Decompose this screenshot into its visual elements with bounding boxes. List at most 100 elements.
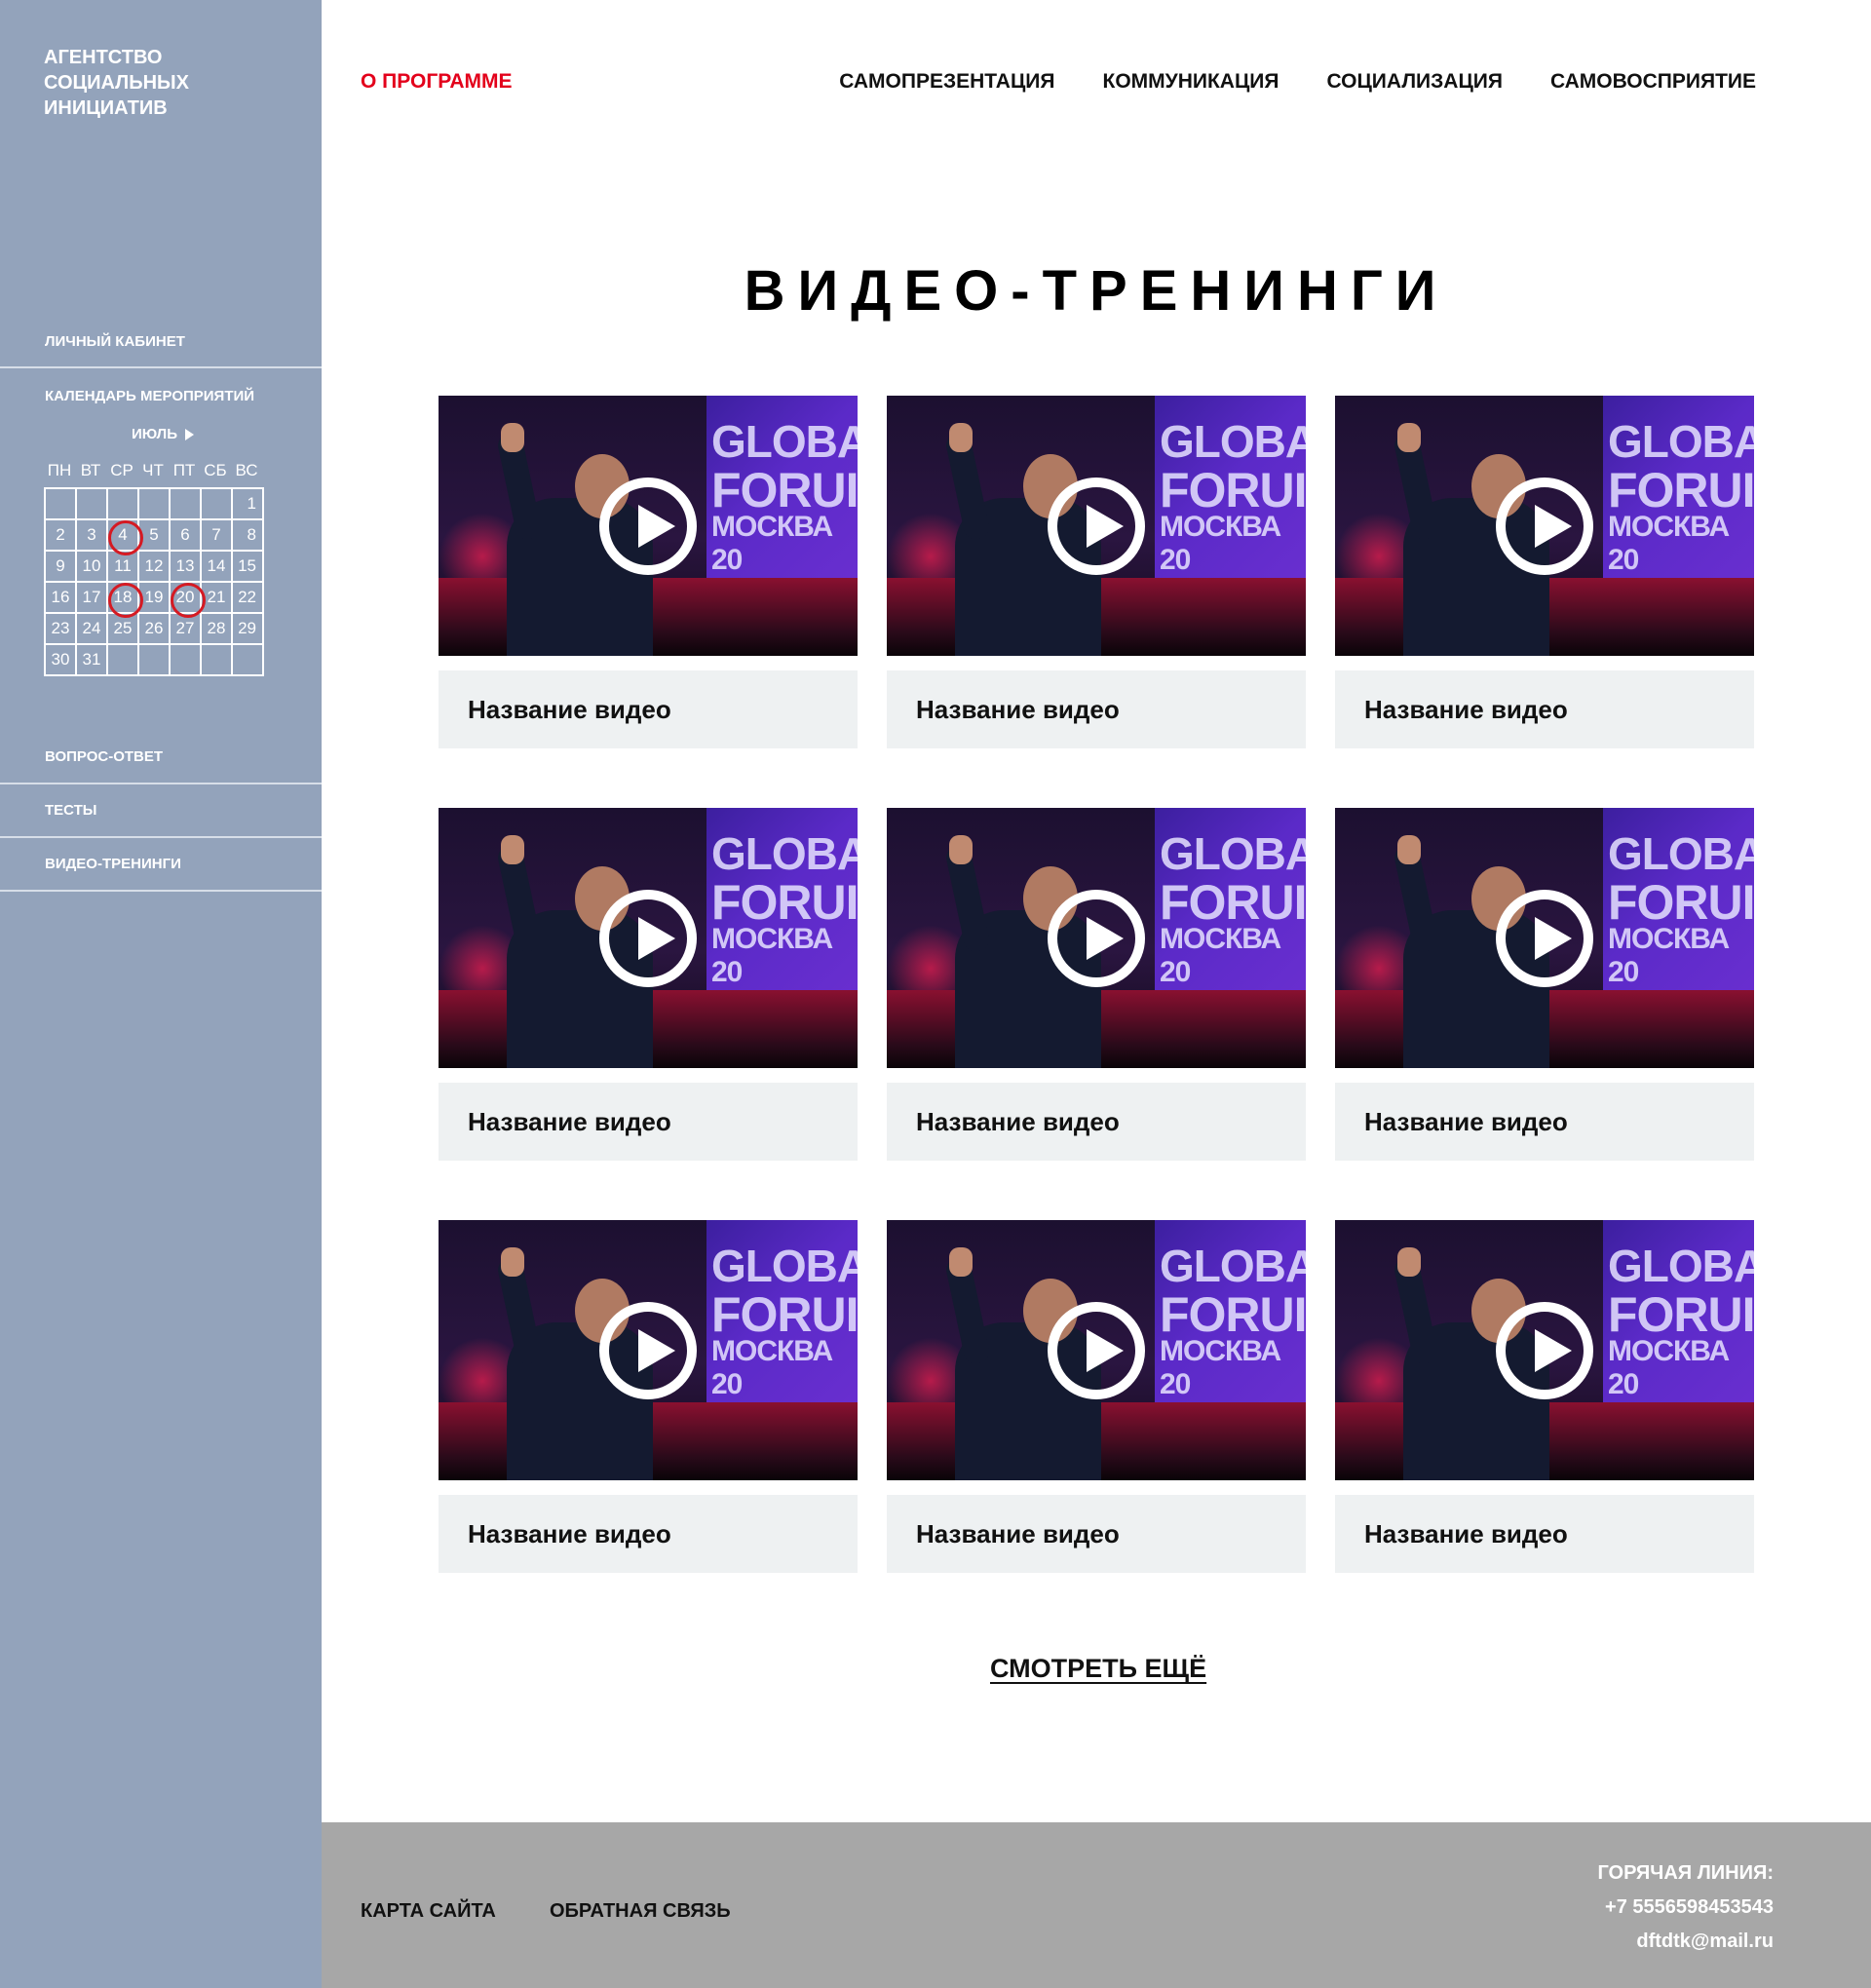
play-icon[interactable] bbox=[1048, 477, 1145, 575]
play-icon[interactable] bbox=[1496, 889, 1593, 987]
video-title[interactable]: Название видео bbox=[439, 1083, 858, 1161]
video-card[interactable]: GLOBA FORUI МОСКВА 20 Название видео bbox=[887, 396, 1306, 748]
calendar-day[interactable]: 19 bbox=[139, 583, 171, 614]
video-thumbnail[interactable]: GLOBA FORUI МОСКВА 20 bbox=[1335, 396, 1754, 656]
play-icon[interactable] bbox=[599, 477, 697, 575]
video-title[interactable]: Название видео bbox=[439, 670, 858, 748]
video-title[interactable]: Название видео bbox=[1335, 1083, 1754, 1161]
hotline-phone[interactable]: +7 5556598453543 bbox=[1597, 1891, 1774, 1925]
video-card[interactable]: GLOBA FORUI МОСКВА 20 Название видео bbox=[439, 1220, 858, 1573]
video-thumbnail[interactable]: GLOBA FORUI МОСКВА 20 bbox=[1335, 1220, 1754, 1480]
calendar-day[interactable]: 25 bbox=[108, 614, 139, 645]
calendar-day[interactable]: 3 bbox=[77, 520, 108, 552]
calendar-empty-cell bbox=[202, 645, 233, 676]
calendar-day[interactable]: 14 bbox=[202, 552, 233, 583]
calendar-day[interactable]: 29 bbox=[233, 614, 264, 645]
calendar-weekday: ПТ bbox=[172, 461, 196, 479]
screen-text: МОСКВА 20 bbox=[1608, 1335, 1730, 1400]
calendar-day[interactable]: 9 bbox=[46, 552, 77, 583]
video-card[interactable]: GLOBA FORUI МОСКВА 20 Название видео bbox=[1335, 1220, 1754, 1573]
video-card[interactable]: GLOBA FORUI МОСКВА 20 Название видео bbox=[439, 396, 858, 748]
calendar-day[interactable]: 26 bbox=[139, 614, 171, 645]
video-title[interactable]: Название видео bbox=[1335, 1495, 1754, 1573]
play-icon[interactable] bbox=[1496, 477, 1593, 575]
video-card[interactable]: GLOBA FORUI МОСКВА 20 Название видео bbox=[887, 808, 1306, 1161]
play-icon[interactable] bbox=[599, 1301, 697, 1399]
nav-about-program[interactable]: О ПРОГРАММЕ bbox=[361, 70, 513, 94]
calendar-month-selector[interactable]: ИЮЛЬ bbox=[132, 426, 194, 442]
calendar-day[interactable]: 13 bbox=[171, 552, 202, 583]
video-card[interactable]: GLOBA FORUI МОСКВА 20 Название видео bbox=[1335, 808, 1754, 1161]
video-thumbnail[interactable]: GLOBA FORUI МОСКВА 20 bbox=[887, 396, 1306, 656]
video-title[interactable]: Название видео bbox=[887, 670, 1306, 748]
logo[interactable]: АГЕНТСТВО СОЦИАЛЬНЫХ ИНИЦИАТИВ bbox=[44, 45, 278, 121]
video-title[interactable]: Название видео bbox=[887, 1495, 1306, 1573]
calendar-day[interactable]: 8 bbox=[233, 520, 264, 552]
calendar-day[interactable]: 18 bbox=[108, 583, 143, 618]
video-card[interactable]: GLOBA FORUI МОСКВА 20 Название видео bbox=[887, 1220, 1306, 1573]
screen-text: GLOBA bbox=[1608, 416, 1754, 467]
footer-sitemap-link[interactable]: КАРТА САЙТА bbox=[361, 1900, 496, 1923]
calendar-day[interactable]: 28 bbox=[202, 614, 233, 645]
calendar-day[interactable]: 11 bbox=[108, 552, 139, 583]
video-thumbnail[interactable]: GLOBA FORUI МОСКВА 20 bbox=[439, 808, 858, 1068]
calendar-day[interactable]: 16 bbox=[46, 583, 77, 614]
play-icon[interactable] bbox=[1048, 1301, 1145, 1399]
video-thumbnail[interactable]: GLOBA FORUI МОСКВА 20 bbox=[1335, 808, 1754, 1068]
video-title[interactable]: Название видео bbox=[887, 1083, 1306, 1161]
calendar-day[interactable]: 22 bbox=[233, 583, 264, 614]
video-card[interactable]: GLOBA FORUI МОСКВА 20 Название видео bbox=[439, 808, 858, 1161]
sidebar-item-video-trainings[interactable]: ВИДЕО-ТРЕНИНГИ bbox=[0, 856, 322, 872]
calendar-day[interactable]: 12 bbox=[139, 552, 171, 583]
footer: КАРТА САЙТА ОБРАТНАЯ СВЯЗЬ ГОРЯЧАЯ ЛИНИЯ… bbox=[322, 1822, 1871, 1988]
nav-socialization[interactable]: СОЦИАЛИЗАЦИЯ bbox=[1326, 70, 1503, 94]
calendar-day[interactable]: 2 bbox=[46, 520, 77, 552]
calendar-day[interactable]: 10 bbox=[77, 552, 108, 583]
sidebar-item-cabinet[interactable]: ЛИЧНЫЙ КАБИНЕТ bbox=[0, 333, 322, 350]
calendar-day[interactable]: 6 bbox=[171, 520, 202, 552]
calendar-empty-cell bbox=[108, 489, 139, 520]
play-icon[interactable] bbox=[599, 889, 697, 987]
screen-text: GLOBA bbox=[1160, 828, 1306, 879]
calendar-day[interactable]: 23 bbox=[46, 614, 77, 645]
calendar-empty-cell bbox=[202, 489, 233, 520]
video-thumbnail[interactable]: GLOBA FORUI МОСКВА 20 bbox=[887, 808, 1306, 1068]
calendar-day[interactable]: 30 bbox=[46, 645, 77, 676]
load-more-button[interactable]: СМОТРЕТЬ ЕЩЁ bbox=[990, 1654, 1206, 1684]
calendar-day[interactable]: 27 bbox=[171, 614, 202, 645]
video-thumbnail[interactable]: GLOBA FORUI МОСКВА 20 bbox=[439, 1220, 858, 1480]
video-title[interactable]: Название видео bbox=[1335, 670, 1754, 748]
calendar-day[interactable]: 20 bbox=[171, 583, 206, 618]
play-icon[interactable] bbox=[1048, 889, 1145, 987]
calendar-day[interactable]: 5 bbox=[139, 520, 171, 552]
nav-communication[interactable]: КОММУНИКАЦИЯ bbox=[1103, 70, 1279, 94]
forum-screen: GLOBA FORUI МОСКВА 20 bbox=[706, 808, 858, 1008]
calendar-day[interactable]: 31 bbox=[77, 645, 108, 676]
calendar-day[interactable]: 15 bbox=[233, 552, 264, 583]
sidebar-item-qa[interactable]: ВОПРОС-ОТВЕТ bbox=[0, 748, 322, 765]
calendar-day[interactable]: 17 bbox=[77, 583, 108, 614]
calendar-day[interactable]: 24 bbox=[77, 614, 108, 645]
screen-text: GLOBA bbox=[1160, 1241, 1306, 1291]
calendar-day[interactable]: 7 bbox=[202, 520, 233, 552]
nav-self-perception[interactable]: САМОВОСПРИЯТИЕ bbox=[1550, 70, 1756, 94]
calendar-day[interactable]: 4 bbox=[108, 520, 143, 555]
screen-text: МОСКВА 20 bbox=[1160, 923, 1281, 988]
screen-text: GLOBA bbox=[1608, 828, 1754, 879]
video-title[interactable]: Название видео bbox=[439, 1495, 858, 1573]
calendar-day[interactable]: 21 bbox=[202, 583, 233, 614]
screen-text: МОСКВА 20 bbox=[711, 923, 833, 988]
video-thumbnail[interactable]: GLOBA FORUI МОСКВА 20 bbox=[439, 396, 858, 656]
sidebar-item-tests[interactable]: ТЕСТЫ bbox=[0, 802, 322, 819]
video-thumbnail[interactable]: GLOBA FORUI МОСКВА 20 bbox=[887, 1220, 1306, 1480]
nav-self-presentation[interactable]: САМОПРЕЗЕНТАЦИЯ bbox=[839, 70, 1054, 94]
screen-text: МОСКВА 20 bbox=[1160, 511, 1281, 576]
calendar-day[interactable]: 1 bbox=[233, 489, 264, 520]
video-card[interactable]: GLOBA FORUI МОСКВА 20 Название видео bbox=[1335, 396, 1754, 748]
play-icon[interactable] bbox=[1496, 1301, 1593, 1399]
triangle-right-icon[interactable] bbox=[185, 428, 194, 440]
sidebar-divider bbox=[0, 366, 322, 368]
footer-feedback-link[interactable]: ОБРАТНАЯ СВЯЗЬ bbox=[550, 1900, 731, 1923]
hotline-email[interactable]: dftdtk@mail.ru bbox=[1597, 1925, 1774, 1959]
screen-text: GLOBA bbox=[711, 416, 858, 467]
